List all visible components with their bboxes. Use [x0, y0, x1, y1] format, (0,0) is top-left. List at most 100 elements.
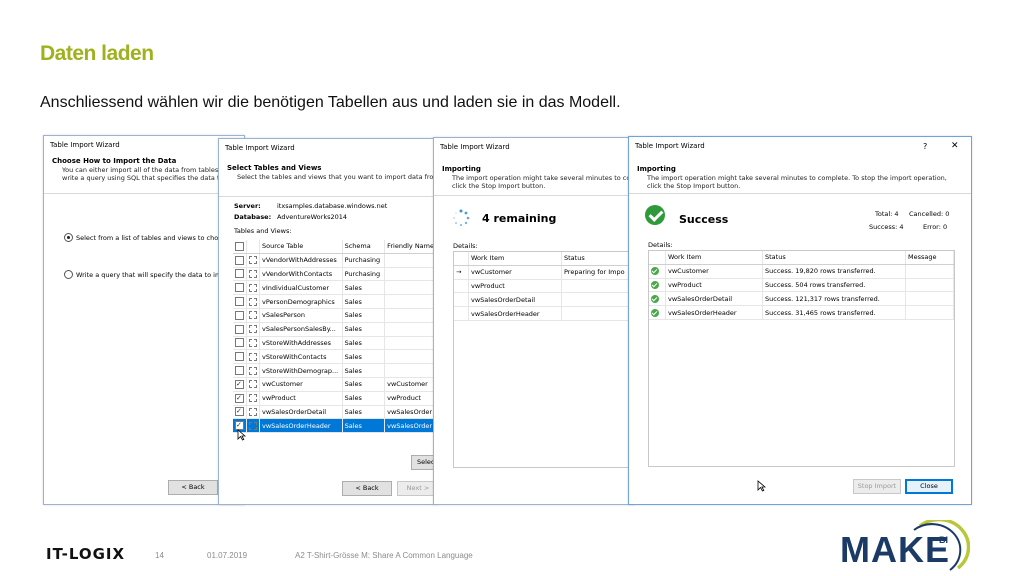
source-table-cell: vVendorWithContacts [259, 267, 343, 282]
friendly-name-cell[interactable]: vwSalesOrder [384, 405, 437, 420]
back-button[interactable]: < Back [342, 481, 392, 496]
preview-icon[interactable] [249, 380, 257, 389]
preview-icon[interactable] [249, 421, 257, 430]
friendly-name-cell[interactable] [384, 322, 437, 337]
row-marker [454, 292, 469, 308]
friendly-name-cell[interactable] [384, 336, 437, 351]
brand-logo: MAKE [840, 529, 950, 570]
table-row[interactable]: vwSalesOrderDetailSalesvwSalesOrder [233, 405, 437, 420]
friendly-name-cell[interactable] [384, 294, 437, 309]
table-row[interactable]: vwCustomerSalesvwCustomer [233, 377, 437, 392]
total-count: Total: 4 [875, 210, 899, 218]
preview-icon[interactable] [249, 394, 257, 403]
column-header[interactable]: Status [561, 252, 630, 266]
schema-cell: Sales [342, 405, 386, 420]
friendly-name-cell[interactable]: vwCustomer [384, 377, 437, 392]
column-header[interactable]: Status [762, 251, 906, 265]
friendly-name-cell[interactable] [384, 280, 437, 296]
success-count: Success: 4 [869, 223, 904, 231]
table-row[interactable]: vSalesPerson Sales [233, 308, 437, 323]
table-row[interactable]: vwSalesOrderHeaderSalesvwSalesOrder [233, 418, 437, 434]
option-select-from-list-radio[interactable] [64, 233, 73, 242]
table-row[interactable]: vStoreWithContacts Sales [233, 349, 437, 365]
preview-icon[interactable] [249, 366, 257, 375]
row-checkbox[interactable] [235, 393, 244, 403]
back-button[interactable]: < Back [168, 480, 218, 495]
row-checkbox[interactable] [235, 297, 244, 307]
preview-icon[interactable] [249, 325, 257, 334]
company-logo: IT-LOGIX [46, 545, 126, 563]
column-header[interactable]: Work Item [665, 251, 763, 265]
next-button[interactable]: Next > [397, 481, 437, 496]
wizard-description-line2: click the Stop Import button. [647, 182, 741, 190]
table-row[interactable]: vStoreWithAddresses Sales [233, 336, 437, 351]
close-icon[interactable]: ✕ [951, 141, 959, 151]
friendly-name-cell[interactable] [384, 363, 437, 378]
source-table-cell: vStoreWithAddresses [259, 336, 343, 351]
table-row[interactable]: vIndividualCustomer Sales [233, 280, 437, 296]
row-checkbox[interactable] [235, 338, 244, 348]
schema-cell: Sales [342, 391, 386, 406]
preview-icon[interactable] [249, 297, 257, 306]
table-row[interactable]: vPersonDemographics Sales [233, 294, 437, 309]
wizard-description-line1: The import operation might take several … [452, 174, 635, 182]
error-count: Error: 0 [923, 223, 948, 231]
row-checkbox[interactable] [235, 352, 244, 362]
row-marker [454, 306, 469, 321]
column-header[interactable]: Message [905, 251, 954, 265]
select-all-checkbox[interactable] [235, 241, 244, 251]
table-row[interactable]: vVendorWithContacts Purchasing [233, 267, 437, 282]
friendly-name-cell[interactable]: vwProduct [384, 391, 437, 406]
status-cell [561, 279, 630, 294]
window-caption: Table Import Wizard [440, 143, 510, 151]
table-row: vwSalesOrderHeader [454, 306, 630, 321]
database-value: AdventureWorks2014 [277, 213, 348, 221]
schema-cell: Sales [342, 418, 386, 434]
preview-icon[interactable] [249, 283, 257, 292]
help-icon[interactable]: ? [923, 142, 927, 151]
preview-icon[interactable] [249, 352, 257, 361]
wizard-window-select-tables: Table Import Wizard Select Tables and Vi… [218, 138, 438, 505]
row-checkbox[interactable] [235, 269, 244, 279]
table-row[interactable]: vVendorWithAddresses Purchasing [233, 253, 437, 268]
preview-icon[interactable] [249, 338, 257, 347]
success-check-icon [651, 267, 659, 276]
stop-import-button[interactable]: Stop Import [853, 479, 901, 494]
friendly-name-cell[interactable]: vwSalesOrder [384, 418, 437, 434]
column-header[interactable]: Work Item [468, 252, 562, 266]
row-checkbox[interactable] [235, 310, 244, 320]
work-item-cell: vwSalesOrderHeader [468, 306, 562, 321]
window-caption: Table Import Wizard [50, 141, 120, 149]
preview-icon[interactable] [249, 269, 257, 278]
friendly-name-cell[interactable] [384, 267, 437, 282]
column-header[interactable]: Source Table [259, 240, 343, 254]
table-row: vwSalesOrderHeader Success. 31,465 rows t… [649, 305, 954, 320]
row-checkbox[interactable] [235, 255, 244, 265]
friendly-name-cell[interactable] [384, 253, 437, 268]
column-header[interactable]: Friendly Name [384, 240, 437, 254]
table-row[interactable]: vStoreWithDemograp... Sales [233, 363, 437, 378]
option-write-query-radio[interactable] [64, 270, 73, 279]
row-checkbox[interactable] [235, 379, 244, 389]
source-table-cell: vwSalesOrderDetail [259, 405, 343, 420]
schema-cell: Sales [342, 322, 386, 337]
preview-icon[interactable] [249, 311, 257, 320]
friendly-name-cell[interactable] [384, 308, 437, 323]
table-row[interactable]: vSalesPersonSalesBy... Sales [233, 322, 437, 337]
row-checkbox[interactable] [235, 324, 244, 334]
row-checkbox[interactable] [235, 407, 244, 417]
option-select-from-list-label[interactable]: Select from a list of tables and views t… [76, 234, 230, 242]
row-checkbox[interactable] [235, 366, 244, 376]
table-row[interactable]: vwProductSalesvwProduct [233, 391, 437, 406]
status-panel: 4 remaining [448, 204, 628, 234]
option-write-query-label[interactable]: Write a query that will specify the data… [76, 271, 225, 279]
page-number: 14 [155, 551, 164, 560]
column-header[interactable]: Schema [342, 240, 386, 254]
friendly-name-cell[interactable] [384, 349, 437, 365]
row-checkbox[interactable] [235, 283, 244, 293]
window-caption: Table Import Wizard [635, 142, 705, 150]
preview-icon[interactable] [249, 256, 257, 265]
source-table-cell: vwSalesOrderHeader [259, 418, 343, 434]
preview-icon[interactable] [249, 407, 257, 416]
close-button[interactable]: Close [905, 479, 953, 494]
